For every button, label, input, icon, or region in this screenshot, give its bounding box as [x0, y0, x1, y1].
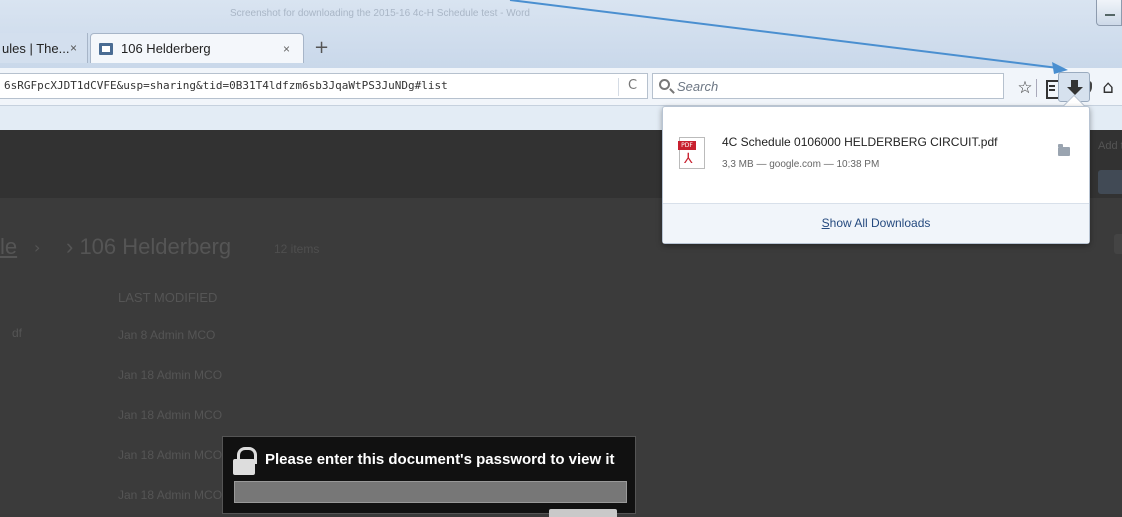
page-action-button	[1098, 170, 1122, 194]
list-item: Jan 8 Admin MCO	[118, 328, 216, 342]
url-text: 6sRGFpcXJDT1dCVFE&usp=sharing&tid=0B31T4…	[4, 79, 448, 92]
tab-106-helderberg[interactable]: 106 Helderberg ×	[90, 33, 304, 63]
file-name-fragment: df	[12, 326, 23, 340]
breadcrumb-home: le	[0, 234, 18, 259]
password-input[interactable]	[234, 481, 627, 503]
search-placeholder: Search	[677, 79, 719, 94]
download-item[interactable]: PDF ⅄ 4C Schedule 0106000 HELDERBERG CIR…	[663, 107, 1089, 203]
minimize-button[interactable]	[1096, 0, 1122, 26]
password-submit-button[interactable]	[549, 509, 617, 517]
download-meta: 3,3 MB — google.com — 10:38 PM	[722, 159, 880, 170]
breadcrumb-folder-title: › 106 Helderberg	[66, 234, 232, 259]
add-to-drive-text: Add to Drive	[1098, 140, 1122, 152]
show-all-downloads-link[interactable]: Show All Downloads	[663, 216, 1089, 230]
tab-label: 106 Helderberg	[121, 41, 211, 56]
window-title: Screenshot for downloading the 2015-16 4…	[230, 8, 530, 19]
home-icon[interactable]: ⌂	[1098, 78, 1118, 98]
downloads-panel: PDF ⅄ 4C Schedule 0106000 HELDERBERG CIR…	[662, 106, 1090, 244]
navigation-toolbar: 6sRGFpcXJDT1dCVFE&usp=sharing&tid=0B31T4…	[0, 68, 1122, 106]
downloads-footer: Show All Downloads	[663, 203, 1089, 243]
drive-favicon-icon	[99, 43, 113, 55]
view-toggle-button	[1114, 234, 1122, 254]
pdf-badge: PDF	[678, 141, 696, 150]
column-header-last-modified: LAST MODIFIED	[118, 290, 218, 305]
tab-previous[interactable]: ules | The... ×	[0, 33, 88, 63]
list-item: Jan 18 Admin MCO	[118, 408, 223, 422]
download-file-name: 4C Schedule 0106000 HELDERBERG CIRCUIT.p…	[722, 135, 998, 149]
password-dialog: Please enter this document's password to…	[222, 436, 636, 517]
password-prompt: Please enter this document's password to…	[265, 451, 615, 468]
search-input[interactable]: Search	[652, 73, 1004, 99]
toolbar-separator	[1036, 79, 1037, 97]
search-icon	[659, 79, 670, 90]
acrobat-icon: ⅄	[684, 151, 693, 167]
url-bar[interactable]: 6sRGFpcXJDT1dCVFE&usp=sharing&tid=0B31T4…	[0, 73, 648, 99]
reload-icon[interactable]: C	[618, 78, 646, 96]
new-tab-button[interactable]: +	[314, 37, 329, 58]
pdf-file-icon: PDF ⅄	[678, 137, 705, 169]
browser-titlebar: Screenshot for downloading the 2015-16 4…	[0, 0, 1122, 68]
bookmark-star-icon[interactable]: ☆	[1015, 78, 1035, 98]
close-tab-icon[interactable]: ×	[283, 42, 290, 56]
list-item: Jan 18 Admin MCO	[118, 488, 223, 502]
show-all-label: how All Downloads	[829, 216, 931, 230]
close-tab-icon[interactable]: ×	[70, 41, 77, 55]
open-folder-icon[interactable]	[1058, 144, 1070, 156]
show-all-access-key: S	[821, 216, 830, 230]
tab-label: ules | The...	[2, 41, 70, 56]
list-item: Jan 18 Admin MCO	[118, 448, 223, 462]
lock-icon	[233, 447, 257, 475]
download-arrow-head	[1067, 87, 1083, 95]
item-count: 12 items	[274, 242, 320, 256]
breadcrumb-separator: ›	[34, 238, 41, 257]
list-item: Jan 18 Admin MCO	[118, 368, 223, 382]
